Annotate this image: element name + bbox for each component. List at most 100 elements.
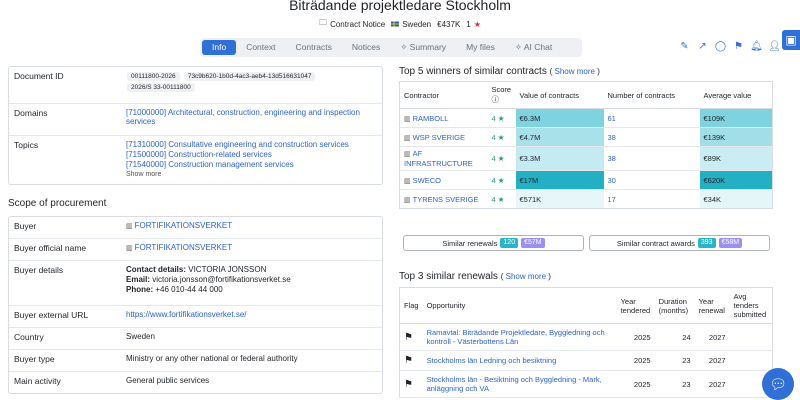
similar-awards-label: Similar contract awards [616,238,695,248]
winners-show-more[interactable]: Show more [555,67,595,76]
contract-value: €437K [437,19,461,29]
buyer-url-link[interactable]: https://www.fortifikationsverket.se/ [126,310,247,319]
winner-name-cell: ▥ WSP SVERIGE [399,127,488,147]
bell-icon[interactable]: 🔔︎ [750,41,763,52]
similar-awards-button[interactable]: Similar contract awards 393 €58M [589,235,770,251]
winner-name-cell: ▥ TYRENS SVERIGE [400,190,488,209]
building-icon: ▥ [404,196,411,204]
col-score-label: Score [491,85,512,94]
country-value: Sweden [126,332,155,341]
star-icon: ★ [497,132,505,142]
winner-count[interactable]: 61 [603,108,700,128]
winners-title: Top 5 winners of similar contracts ( Sho… [399,66,600,77]
winner-score: 4 ★ [488,190,516,209]
flag-icon[interactable]: ⚑ [399,323,423,351]
winner-score-value: 4 [491,132,496,142]
winner-value: €3.3M [515,146,604,171]
winner-avg: €34K [699,189,773,209]
winner-count[interactable]: 38 [603,146,700,171]
tab-ai-chat[interactable]: ✧ AI Chat [505,40,562,55]
chat-icon: 💬︎ [769,375,787,392]
star-icon: ★ [497,194,505,204]
renewal-year-renewal: 2027 [694,370,730,398]
renewals-show-more[interactable]: Show more [506,272,546,281]
add-user-icon[interactable]: 👤︎ [768,41,781,52]
renewal-opportunity-link[interactable]: Ramavtal: Biträdande Projektledare, Bygg… [422,323,617,351]
buyer-link[interactable]: FORTIFIKATIONSVERKET [135,221,233,230]
share-icon[interactable]: ↗ [697,41,708,52]
winner-score-value: 4 [491,194,496,204]
winner-name-link[interactable]: TYRENS SVERIGE [413,195,479,204]
sidebar-toggle-button[interactable]: ▣ [782,30,800,50]
tab-summary[interactable]: ✧ Summary [390,40,456,55]
flag-icon[interactable]: ⚑ [399,370,423,398]
tab-notices[interactable]: Notices [342,40,390,55]
tab-my-files[interactable]: My files [456,40,505,55]
comment-icon[interactable]: ◯ [715,41,726,52]
page-title: Biträdande projektledare Stockholm [289,0,511,13]
email-value[interactable]: victoria.jonsson@fortifikationsverket.se [152,275,290,284]
winner-name-link[interactable]: WSP SVERIGE [413,133,465,142]
winner-row[interactable]: ▥ AF INFRASTRUCTURE 4 ★ €3.3M 38 €89K [399,146,773,171]
winner-value: €6.3M [515,108,604,128]
winner-score: 4 ★ [487,146,516,171]
buyer-url-label: Buyer external URL [14,310,89,320]
topic-link[interactable]: [71540000] Construction management servi… [126,160,377,170]
building-icon: ▥ [404,177,411,185]
star-icon: ★ [473,19,481,29]
renewal-avg [729,323,773,351]
topic-link[interactable]: [71310000] Consultative engineering and … [126,140,377,150]
chat-button[interactable]: 💬︎ [762,368,794,400]
winner-name-cell: ▥ RAMBOLL [399,108,488,128]
col-opportunity: Opportunity [422,287,617,324]
similar-renewals-label: Similar renewals [442,238,498,248]
winner-row[interactable]: ▥ TYRENS SVERIGE 4 ★ €571K 17 €34K [400,189,773,209]
country-label: Sweden [402,19,432,29]
tab-context[interactable]: Context [236,40,285,55]
buyer-official-label: Buyer official name [14,243,87,253]
renewal-opportunity-link[interactable]: Stockholms län - Besiktning och Byggledn… [422,370,617,398]
rating-chip[interactable]: 1 ★ [466,20,481,29]
renewals-title: Top 3 similar renewals ( Show more ) [399,271,551,282]
flag-icon[interactable]: ⚑ [733,41,744,52]
email-key: Email: [126,275,151,284]
show-more-link[interactable]: Show more [126,170,377,180]
winner-count[interactable]: 30 [603,170,700,190]
winners-table: Contractor Score ⓘ Value of contracts Num… [399,81,773,209]
similar-renewals-button[interactable]: Similar renewals 120 €57M [403,235,584,251]
winner-value: €4.7M [515,127,604,147]
winner-name-cell: ▥ SWECO [399,170,488,190]
buyer-official-link[interactable]: FORTIFIKATIONSVERKET [135,243,233,252]
winner-name-link[interactable]: AF INFRASTRUCTURE [404,149,473,168]
renewal-row[interactable]: ⚑ Ramavtal: Biträdande Projektledare, Byg… [399,323,773,351]
winner-name-link[interactable]: RAMBOLL [413,114,449,123]
document-id-label: Document ID [14,71,64,81]
renewal-avg [729,350,773,371]
tab-contracts[interactable]: Contracts [285,40,341,55]
renewal-duration: 23 [654,370,695,398]
renewal-year: 2025 [616,323,655,351]
domain-link[interactable]: [71000000] Architectural, construction, … [126,108,360,126]
flag-icon[interactable]: ⚑ [399,350,423,371]
main-activity-label: Main activity [14,376,61,386]
winner-avg: €620K [699,170,773,190]
tab-info[interactable]: Info [202,40,237,55]
edit-icon[interactable]: ✎ [679,41,690,52]
winner-row[interactable]: ▥ SWECO 4 ★ €17M 30 €620K [399,170,773,190]
renewal-row[interactable]: ⚑ Stockholms län - Besiktning och Byggled… [399,370,773,398]
winner-count[interactable]: 38 [603,127,700,147]
winner-name-link[interactable]: SWECO [413,176,441,185]
winner-row[interactable]: ▥ RAMBOLL 4 ★ €6.3M 61 €109K [399,108,773,128]
notice-meta: 🗀 Contract Notice Sweden €437K 1 ★ [0,17,800,31]
winner-score: 4 ★ [487,108,516,128]
awards-count-badge: 393 [697,238,716,248]
star-icon: ★ [497,175,505,185]
building-icon: ▥ [404,134,411,142]
topic-link[interactable]: [71500000] Construction-related services [126,150,377,160]
renewal-row[interactable]: ⚑ Stockholms län Ledning och besiktning 20… [399,350,773,371]
renewal-opportunity-link[interactable]: Stockholms län Ledning och besiktning [422,350,617,371]
notice-type: Contract Notice [330,19,386,29]
winner-row[interactable]: ▥ WSP SVERIGE 4 ★ €4.7M 38 €139K [399,127,773,147]
buyer-type-value: Ministry or any other national or federa… [126,354,298,363]
winner-count[interactable]: 17 [604,190,700,209]
